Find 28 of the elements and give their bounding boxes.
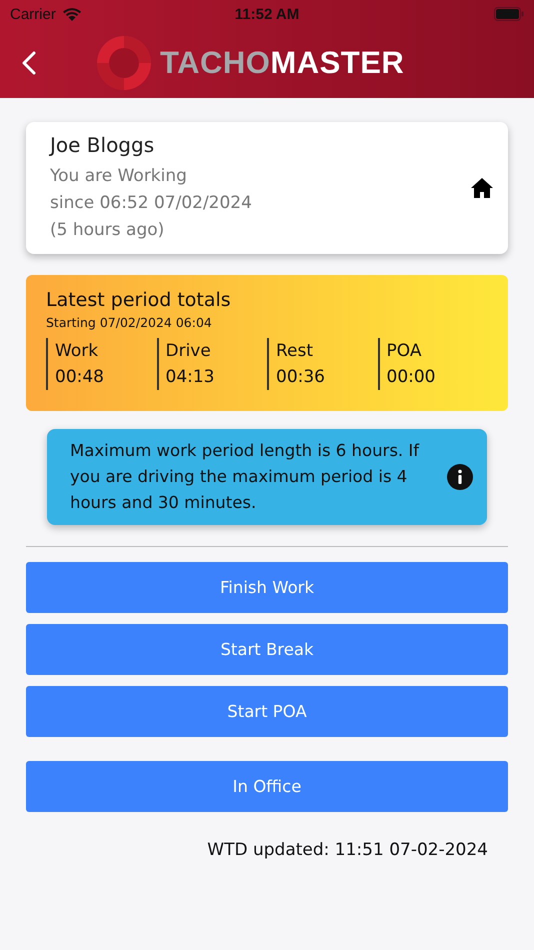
action-button[interactable]: Start POA (26, 686, 508, 737)
battery-icon (494, 7, 524, 21)
total-value: 00:00 (386, 366, 436, 389)
home-icon (470, 177, 494, 199)
wtd-updated-text: WTD updated: 11:51 07-02-2024 (206, 840, 489, 860)
action-button[interactable]: In Office (26, 761, 508, 812)
status-text: You are Working (50, 164, 188, 188)
action-button[interactable]: Finish Work (26, 562, 508, 613)
total-value: 00:48 (55, 366, 105, 389)
total-label: Drive (166, 340, 212, 363)
carrier-label: Carrier (10, 6, 56, 22)
info-text: Maximum work period length is 6 hours. If you are driving the maximum period is 4 hours and 30 minutes. (70, 440, 420, 514)
total-value: 00:36 (276, 366, 326, 389)
total-label: POA (386, 340, 422, 363)
totals-title: Latest period totals (46, 289, 232, 311)
totals-subtitle: Starting 07/02/2024 06:04 (46, 315, 213, 330)
logo-text: MASTER (270, 45, 404, 81)
status-text: since 06:52 07/02/2024 (50, 192, 252, 214)
clock-time: 11:52 AM (234, 6, 300, 22)
info-icon (447, 464, 473, 490)
total-value: 04:13 (166, 366, 216, 389)
action-button[interactable]: Start Break (26, 624, 508, 675)
total-label: Work (55, 340, 100, 363)
status-text: (5 hours ago) (50, 218, 166, 242)
logo-text: TACHO (160, 45, 270, 81)
total-label: Rest (276, 340, 314, 363)
wifi-icon (62, 6, 82, 22)
driver-name: Joe Bloggs (50, 132, 156, 156)
